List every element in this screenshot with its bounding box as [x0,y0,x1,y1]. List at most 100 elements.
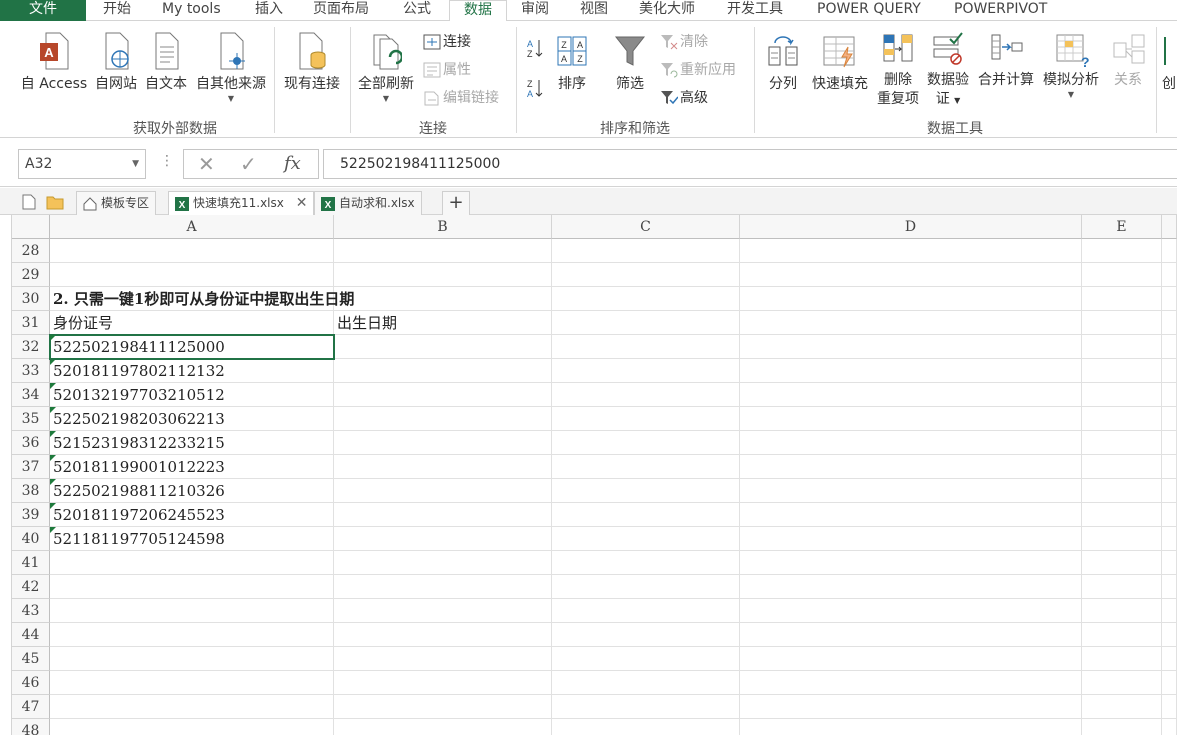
from-text-button[interactable]: 自文本 [142,29,190,94]
column-header-c[interactable]: C [552,215,740,239]
cell-f[interactable] [1162,647,1177,671]
cell-d[interactable] [740,263,1082,287]
connections-button[interactable]: 连接 [423,31,471,53]
tab-power-query[interactable]: POWER QUERY [817,0,921,21]
cell-d[interactable] [740,239,1082,263]
cell-c[interactable] [552,695,740,719]
cell-c[interactable] [552,383,740,407]
cell-f[interactable] [1162,335,1177,359]
cell-c[interactable] [552,503,740,527]
cell-f[interactable] [1162,599,1177,623]
from-access-button[interactable]: A 自 Access [18,29,90,94]
cell-e[interactable] [1082,623,1162,647]
from-other-sources-button[interactable]: 自其他来源 ▼ [192,29,270,104]
cell-c[interactable] [552,623,740,647]
cell-e[interactable] [1082,719,1162,735]
column-header-f[interactable] [1162,215,1177,239]
cell-f[interactable] [1162,719,1177,735]
cell-f[interactable] [1162,311,1177,335]
cell-b[interactable] [334,527,552,551]
row-header[interactable]: 39 [12,503,50,527]
cell-a[interactable]: 520181197206245523 [50,503,334,527]
select-all-corner[interactable] [12,215,50,239]
cell-b[interactable] [334,479,552,503]
data-validation-button[interactable]: 数据验 证 ▼ [924,29,972,110]
cell-e[interactable] [1082,239,1162,263]
cell-c[interactable] [552,599,740,623]
cell-b[interactable] [334,383,552,407]
cell-e[interactable] [1082,575,1162,599]
cell-a[interactable]: 522502198811210326 [50,479,334,503]
cell-f[interactable] [1162,359,1177,383]
cell-c[interactable] [552,407,740,431]
cell-b[interactable] [334,671,552,695]
tab-file[interactable]: 文件 [0,0,86,21]
cell-d[interactable] [740,671,1082,695]
cell-f[interactable] [1162,551,1177,575]
cell-d[interactable] [740,383,1082,407]
cell-b[interactable] [334,623,552,647]
reapply-button[interactable]: 重新应用 [660,59,736,81]
cell-a[interactable] [50,575,334,599]
cell-d[interactable] [740,527,1082,551]
cell-c[interactable] [552,311,740,335]
cell-f[interactable] [1162,455,1177,479]
cell-a[interactable]: 520181199001012223 [50,455,334,479]
cell-d[interactable] [740,287,1082,311]
cell-f[interactable] [1162,527,1177,551]
cell-a[interactable] [50,263,334,287]
consolidate-button[interactable]: 合并计算 [974,29,1038,90]
cell-c[interactable] [552,719,740,735]
row-header[interactable]: 33 [12,359,50,383]
flash-fill-button[interactable]: 快速填充 [808,29,872,94]
row-header[interactable]: 38 [12,479,50,503]
cell-a[interactable] [50,719,334,735]
close-tab-icon[interactable]: ✕ [296,195,308,211]
row-header[interactable]: 42 [12,575,50,599]
cell-c[interactable] [552,239,740,263]
cell-c[interactable] [552,263,740,287]
cell-e[interactable] [1082,695,1162,719]
row-header[interactable]: 36 [12,431,50,455]
cell-d[interactable] [740,455,1082,479]
cell-e[interactable] [1082,455,1162,479]
cell-e[interactable] [1082,671,1162,695]
cell-e[interactable] [1082,263,1162,287]
cell-c[interactable] [552,527,740,551]
cell-a[interactable] [50,551,334,575]
filter-button[interactable]: 筛选 [610,29,650,94]
cell-e[interactable] [1082,503,1162,527]
cell-b[interactable] [334,287,552,311]
cell-d[interactable] [740,407,1082,431]
chevron-down-icon[interactable]: ▼ [132,150,139,178]
open-folder-icon[interactable] [46,194,64,210]
cell-e[interactable] [1082,311,1162,335]
cell-b[interactable] [334,695,552,719]
cell-b[interactable] [334,455,552,479]
column-header-a[interactable]: A [50,215,334,239]
create-button[interactable]: 创 [1158,29,1177,94]
cell-c[interactable] [552,479,740,503]
tab-workbook-flash-fill[interactable]: X 快速填充11.xlsx ✕ [168,191,315,215]
cell-f[interactable] [1162,431,1177,455]
tab-home[interactable]: 开始 [103,0,131,21]
cell-f[interactable] [1162,671,1177,695]
sort-descending-icon[interactable]: Z A [525,77,545,99]
cell-b[interactable] [334,407,552,431]
cell-a[interactable]: 522502198411125000 [49,334,335,360]
cell-b[interactable] [334,719,552,735]
row-header[interactable]: 44 [12,623,50,647]
cell-e[interactable] [1082,359,1162,383]
insert-function-icon[interactable]: fx [284,153,301,174]
name-box[interactable]: A32 ▼ [18,149,146,179]
what-if-analysis-button[interactable]: ? 模拟分析 ▼ [1039,29,1103,100]
cell-b[interactable]: 出生日期 [334,311,552,335]
cell-d[interactable] [740,479,1082,503]
cell-d[interactable] [740,623,1082,647]
cell-a[interactable]: 身份证号 [50,311,334,335]
row-header[interactable]: 40 [12,527,50,551]
cell-b[interactable] [334,647,552,671]
row-header[interactable]: 48 [12,719,50,735]
cell-a[interactable] [50,695,334,719]
sort-ascending-icon[interactable]: A Z [525,37,545,59]
